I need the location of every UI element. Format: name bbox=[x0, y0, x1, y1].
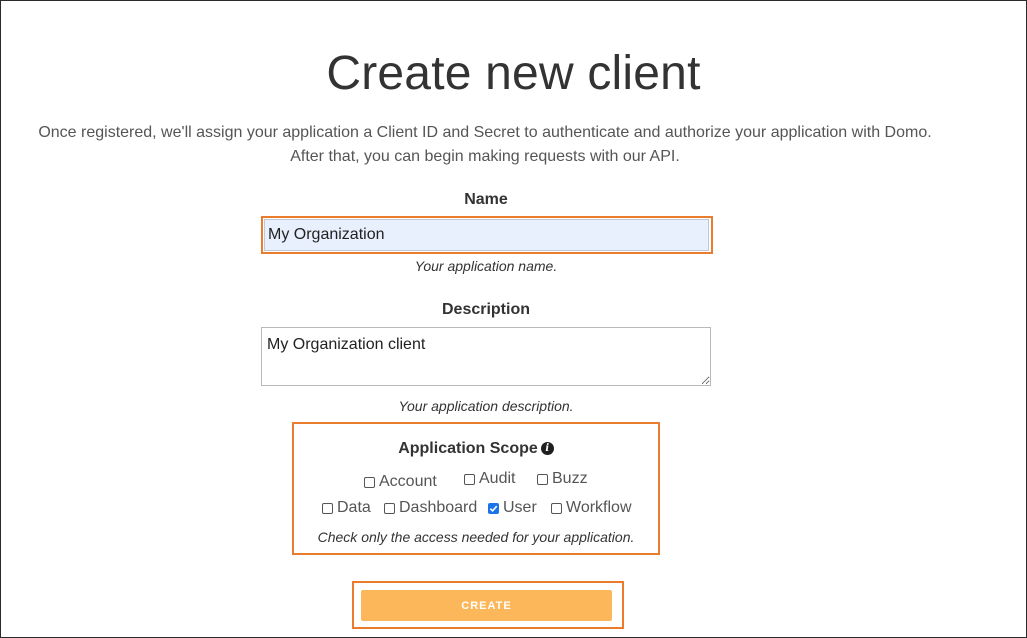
intro-line-2: After that, you can begin making request… bbox=[290, 148, 680, 165]
intro-line-1: Once registered, we'll assign your appli… bbox=[38, 124, 932, 141]
scope-checkbox-buzz[interactable]: Buzz bbox=[537, 470, 588, 488]
name-input[interactable] bbox=[264, 219, 709, 251]
checkbox-box[interactable] bbox=[384, 502, 395, 514]
scope-title: Application Scope i bbox=[295, 440, 657, 458]
scope-option-label: Account bbox=[379, 473, 437, 490]
name-label: Name bbox=[464, 191, 508, 208]
checkbox-box[interactable] bbox=[537, 473, 548, 485]
description-label: Description bbox=[441, 301, 530, 318]
scope-option-label: Data bbox=[337, 499, 371, 516]
checkbox-box[interactable] bbox=[322, 502, 333, 514]
name-helper-text: Your application name. bbox=[414, 258, 558, 274]
scope-option-label: Buzz bbox=[552, 470, 588, 487]
scope-checkbox-user[interactable]: User bbox=[488, 499, 537, 517]
scope-hint-text: Check only the access needed for your ap… bbox=[317, 529, 635, 545]
scope-checkbox-audit[interactable]: Audit bbox=[464, 470, 515, 488]
description-textarea[interactable]: My Organization client bbox=[261, 327, 711, 386]
description-helper-text: Your application description. bbox=[398, 398, 574, 414]
scope-option-label: Workflow bbox=[566, 499, 632, 516]
checkbox-box-checked[interactable] bbox=[488, 502, 499, 514]
scope-title-text: Application Scope bbox=[398, 440, 538, 457]
scope-option-label: Audit bbox=[479, 470, 516, 487]
checkmark-icon bbox=[489, 505, 498, 512]
scope-option-label: User bbox=[503, 499, 537, 516]
scope-checkbox-dashboard[interactable]: Dashboard bbox=[384, 499, 477, 517]
scope-option-label: Dashboard bbox=[399, 499, 478, 516]
scope-checkbox-workflow[interactable]: Workflow bbox=[551, 499, 632, 517]
intro-text: Once registered, we'll assign your appli… bbox=[0, 121, 970, 169]
create-button[interactable]: CREATE bbox=[361, 590, 612, 621]
checkbox-box[interactable] bbox=[551, 502, 562, 514]
scope-checkbox-data[interactable]: Data bbox=[322, 499, 371, 517]
info-icon[interactable]: i bbox=[540, 442, 554, 455]
checkbox-box[interactable] bbox=[464, 473, 475, 485]
checkbox-box[interactable] bbox=[364, 476, 375, 488]
page-title: Create new client bbox=[326, 47, 701, 100]
scope-checkbox-account[interactable]: Account bbox=[364, 473, 437, 491]
